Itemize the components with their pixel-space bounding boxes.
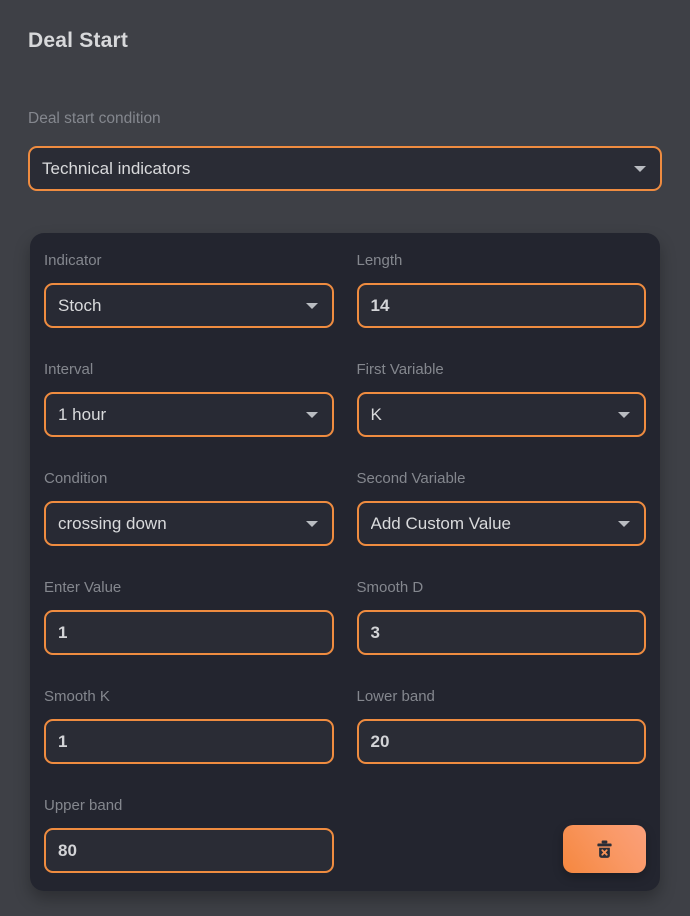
indicator-select[interactable]: Stoch [44,283,334,328]
first-variable-label: First Variable [357,361,647,379]
second-variable-select[interactable]: Add Custom Value [357,501,647,546]
field-condition: Condition crossing down [44,470,334,546]
indicator-card: Indicator Stoch Length Interval 1 hour First … [30,233,660,891]
upper-band-label: Upper band [44,797,334,815]
field-indicator: Indicator Stoch [44,252,334,328]
field-interval: Interval 1 hour [44,361,334,437]
field-enter-value: Enter Value [44,579,334,655]
smooth-d-input[interactable] [357,610,647,655]
enter-value-input[interactable] [44,610,334,655]
smooth-k-label: Smooth K [44,688,334,706]
interval-value: 1 hour [58,405,106,425]
field-first-variable: First Variable K [357,361,647,437]
delete-cell [357,797,647,873]
length-input[interactable] [357,283,647,328]
lower-band-label: Lower band [357,688,647,706]
condition-value: crossing down [58,514,167,534]
enter-value-label: Enter Value [44,579,334,597]
delete-condition-button[interactable] [563,825,646,873]
field-smooth-d: Smooth D [357,579,647,655]
interval-label: Interval [44,361,334,379]
indicator-label: Indicator [44,252,334,270]
chevron-down-icon [618,521,630,527]
field-lower-band: Lower band [357,688,647,764]
deal-start-condition-value: Technical indicators [42,159,190,179]
page-title: Deal Start [28,0,662,53]
smooth-k-input[interactable] [44,719,334,764]
length-label: Length [357,252,647,270]
upper-band-input[interactable] [44,828,334,873]
field-second-variable: Second Variable Add Custom Value [357,470,647,546]
lower-band-input[interactable] [357,719,647,764]
indicator-value: Stoch [58,296,101,316]
chevron-down-icon [634,166,646,172]
chevron-down-icon [306,303,318,309]
interval-select[interactable]: 1 hour [44,392,334,437]
indicator-fields-grid: Indicator Stoch Length Interval 1 hour First … [44,252,646,873]
second-variable-value: Add Custom Value [371,514,511,534]
chevron-down-icon [618,412,630,418]
deal-start-condition-select[interactable]: Technical indicators [28,146,662,191]
second-variable-label: Second Variable [357,470,647,488]
chevron-down-icon [306,412,318,418]
first-variable-select[interactable]: K [357,392,647,437]
field-length: Length [357,252,647,328]
condition-label: Condition [44,470,334,488]
first-variable-value: K [371,405,382,425]
field-upper-band: Upper band [44,797,334,873]
smooth-d-label: Smooth D [357,579,647,597]
condition-select[interactable]: crossing down [44,501,334,546]
deal-start-condition-label: Deal start condition [28,109,662,128]
field-smooth-k: Smooth K [44,688,334,764]
chevron-down-icon [306,521,318,527]
deal-start-panel: Deal Start Deal start condition Technica… [0,0,690,891]
trash-x-icon [593,838,616,861]
